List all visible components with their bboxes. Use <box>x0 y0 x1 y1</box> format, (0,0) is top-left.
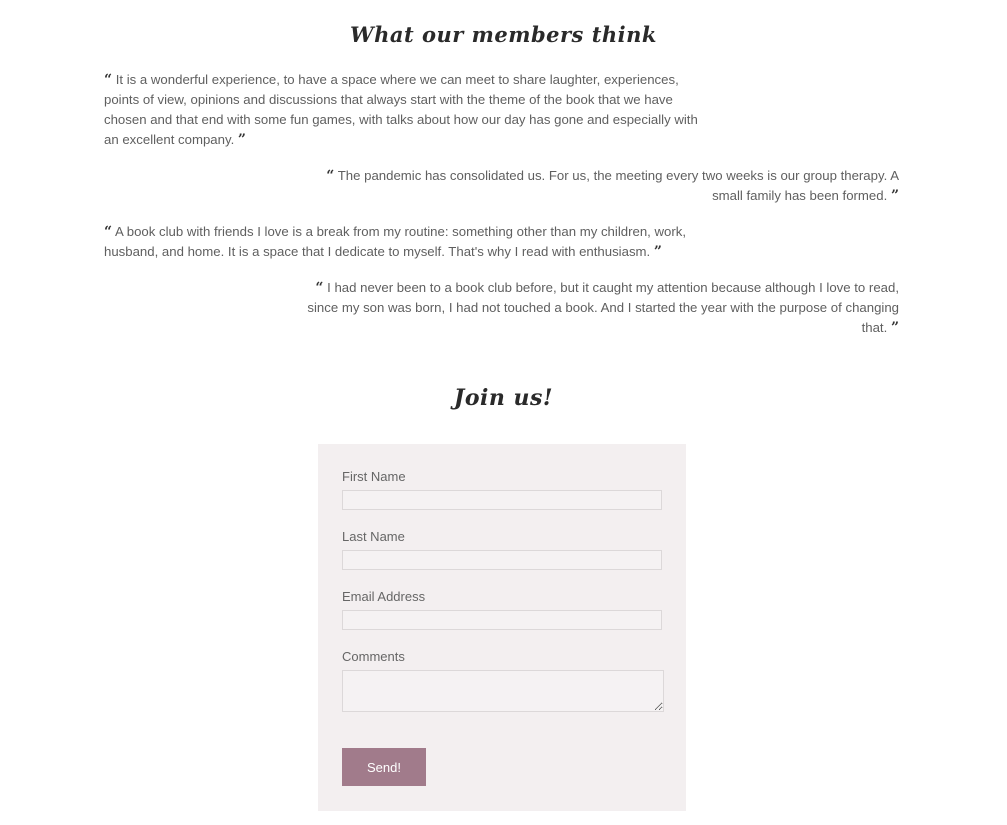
comments-field[interactable] <box>342 670 664 712</box>
last-name-label: Last Name <box>342 529 405 544</box>
join-title: Join us! <box>453 385 554 411</box>
close-quote-icon: ” <box>653 244 662 260</box>
testimonial-text: The pandemic has consolidated us. For us… <box>337 168 899 203</box>
close-quote-icon: ” <box>890 188 899 204</box>
join-form: First Name Last Name Email Address Comme… <box>318 444 686 811</box>
close-quote-icon: ” <box>237 132 246 148</box>
first-name-field[interactable] <box>342 490 662 510</box>
comments-label: Comments <box>342 649 405 664</box>
testimonial-quote: “ A book club with friends I love is a b… <box>104 222 704 262</box>
open-quote-icon: “ <box>326 168 335 184</box>
last-name-field[interactable] <box>342 550 662 570</box>
testimonial-quote: “ I had never been to a book club before… <box>300 278 899 338</box>
testimonial-text: I had never been to a book club before, … <box>307 280 899 335</box>
testimonials-title: What our members think <box>350 22 657 47</box>
testimonial-text: A book club with friends I love is a bre… <box>104 224 686 259</box>
open-quote-icon: “ <box>315 280 324 296</box>
first-name-label: First Name <box>342 469 406 484</box>
testimonial-quote: “ It is a wonderful experience, to have … <box>104 70 704 150</box>
open-quote-icon: “ <box>104 72 113 88</box>
open-quote-icon: “ <box>104 224 113 240</box>
email-field[interactable] <box>342 610 662 630</box>
send-button[interactable]: Send! <box>342 748 426 786</box>
testimonial-quote: “ The pandemic has consolidated us. For … <box>320 166 899 206</box>
testimonial-text: It is a wonderful experience, to have a … <box>104 72 698 147</box>
close-quote-icon: ” <box>890 320 899 336</box>
email-label: Email Address <box>342 589 426 604</box>
